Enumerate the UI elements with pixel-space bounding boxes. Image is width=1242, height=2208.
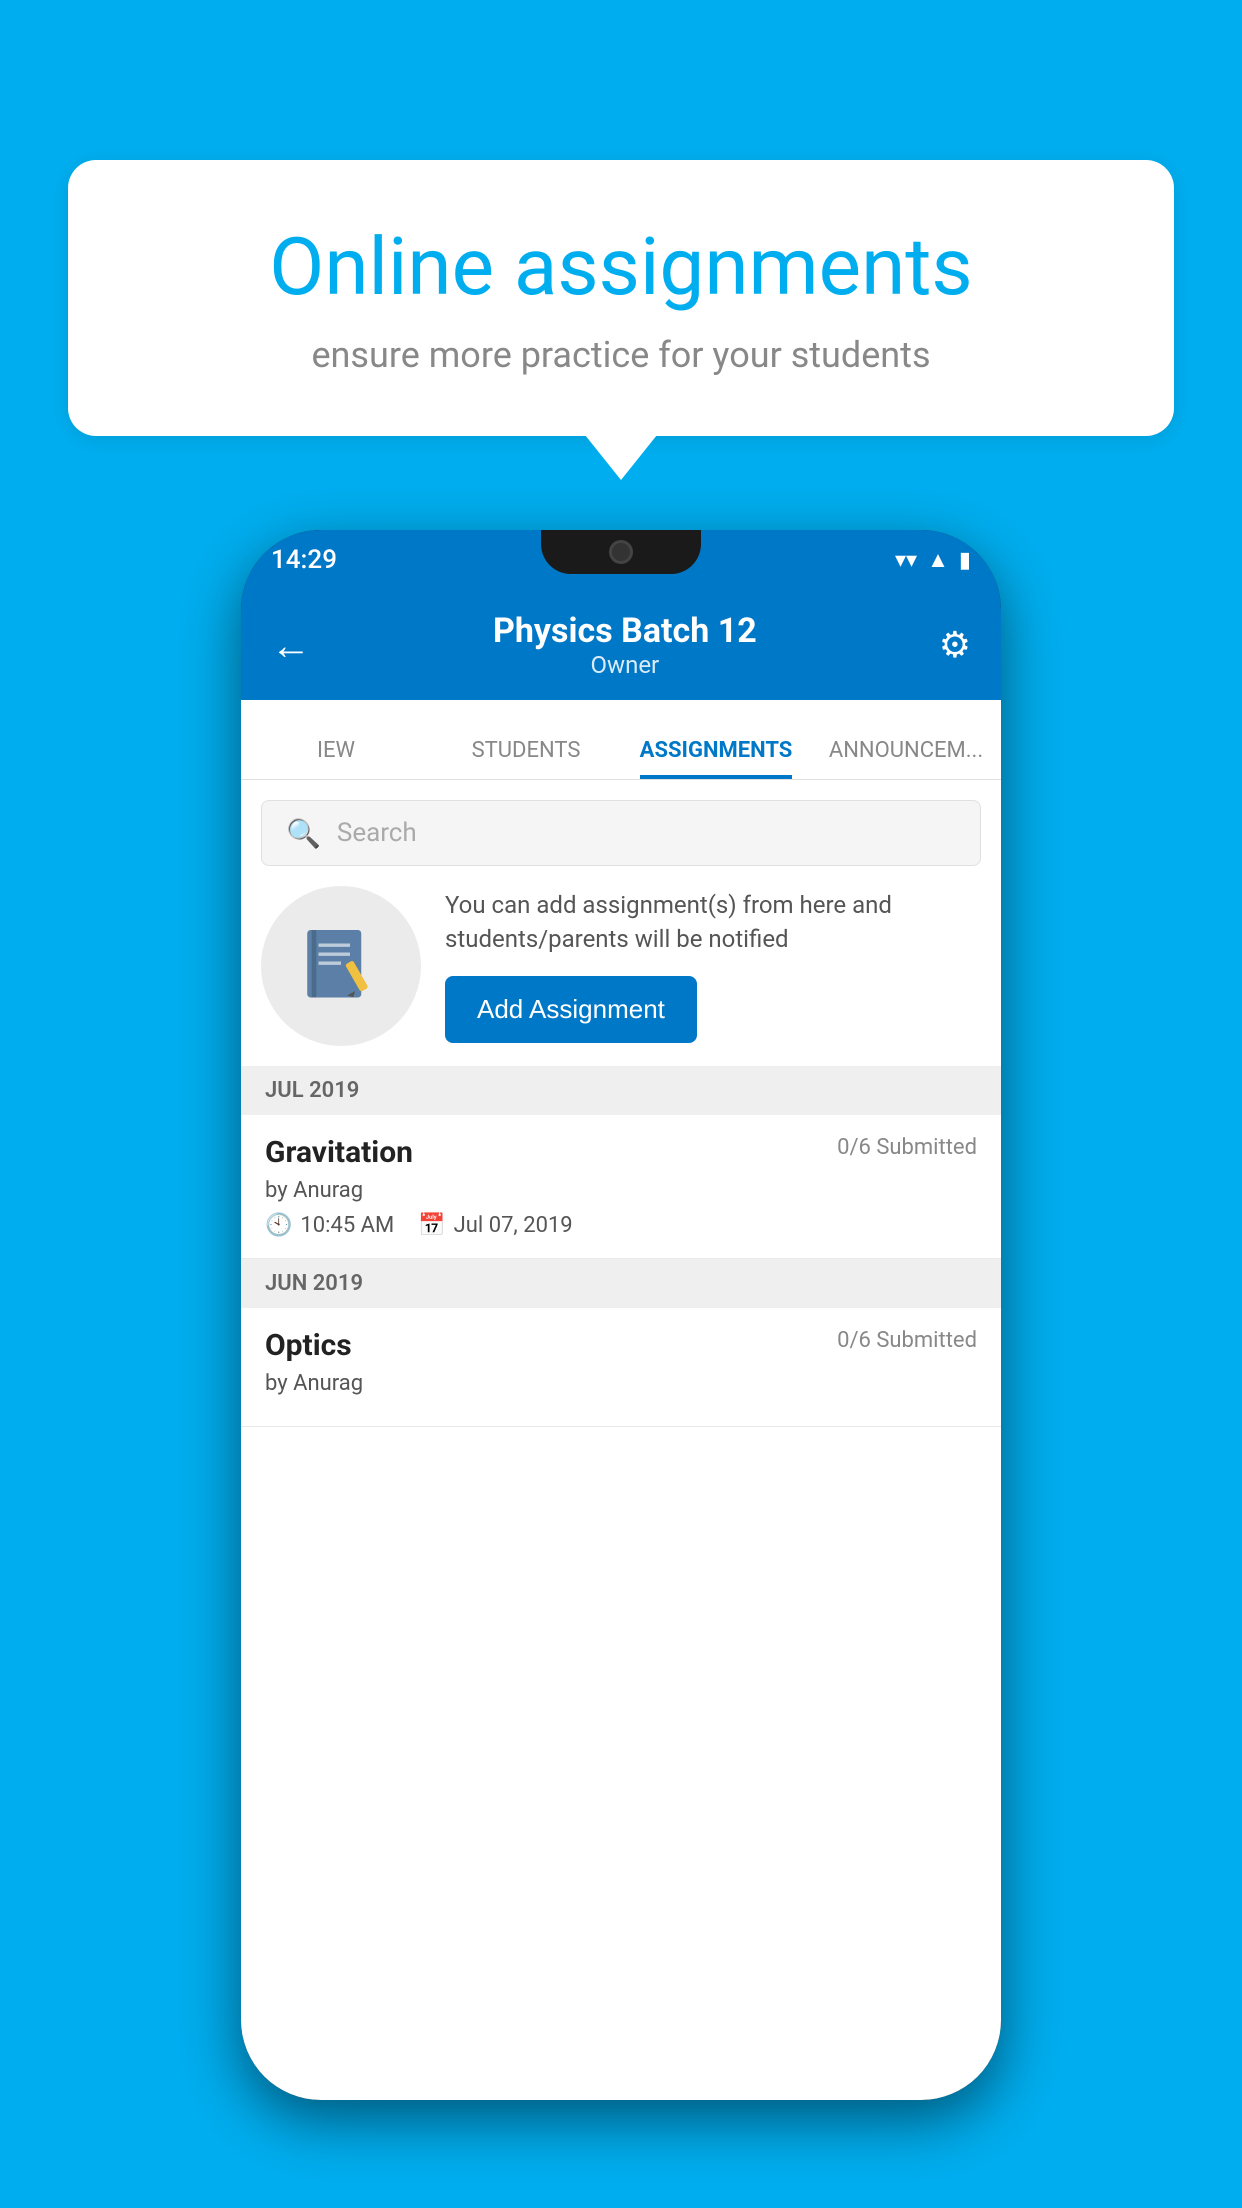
status-icons: ▾▾ ▲ ▮ bbox=[895, 547, 971, 573]
header-subtitle: Owner bbox=[493, 651, 757, 679]
wifi-icon: ▾▾ bbox=[895, 548, 917, 573]
assignment-time-gravitation: 🕙 10:45 AM bbox=[265, 1213, 394, 1238]
tab-iew[interactable]: IEW bbox=[241, 738, 431, 779]
phone-notch bbox=[541, 530, 701, 574]
signal-icon: ▲ bbox=[927, 547, 949, 573]
promo-description: You can add assignment(s) from here and … bbox=[445, 889, 981, 956]
tab-bar: IEW STUDENTS ASSIGNMENTS ANNOUNCEM... bbox=[241, 700, 1001, 780]
calendar-icon: 📅 bbox=[418, 1213, 445, 1238]
search-icon: 🔍 bbox=[286, 817, 321, 850]
assignment-date-value: Jul 07, 2019 bbox=[454, 1213, 573, 1238]
header-title-area: Physics Batch 12 Owner bbox=[493, 611, 757, 679]
assignment-by-gravitation: by Anurag bbox=[265, 1178, 977, 1203]
bubble-subtitle: ensure more practice for your students bbox=[138, 334, 1104, 376]
assignment-time-value: 10:45 AM bbox=[300, 1213, 394, 1238]
assignment-by-optics: by Anurag bbox=[265, 1371, 977, 1396]
assignment-status-gravitation: 0/6 Submitted bbox=[837, 1135, 977, 1160]
assignment-top-optics: Optics 0/6 Submitted bbox=[265, 1328, 977, 1363]
settings-button[interactable]: ⚙ bbox=[939, 624, 971, 666]
speech-bubble-container: Online assignments ensure more practice … bbox=[68, 160, 1174, 436]
assignment-meta-gravitation: 🕙 10:45 AM 📅 Jul 07, 2019 bbox=[265, 1213, 977, 1238]
clock-icon: 🕙 bbox=[265, 1213, 292, 1238]
search-bar[interactable]: 🔍 Search bbox=[261, 800, 981, 866]
add-assignment-button[interactable]: Add Assignment bbox=[445, 976, 697, 1043]
tab-announcements[interactable]: ANNOUNCEM... bbox=[811, 738, 1001, 779]
back-button[interactable]: ← bbox=[271, 622, 311, 669]
battery-icon: ▮ bbox=[959, 548, 971, 573]
app-header: ← Physics Batch 12 Owner ⚙ bbox=[241, 590, 1001, 700]
phone-outer: 14:29 ▾▾ ▲ ▮ ← Physics Batch 12 Owner ⚙ … bbox=[241, 530, 1001, 2100]
assignment-date-gravitation: 📅 Jul 07, 2019 bbox=[418, 1213, 572, 1238]
tab-assignments[interactable]: ASSIGNMENTS bbox=[621, 738, 811, 779]
promo-text-area: You can add assignment(s) from here and … bbox=[445, 889, 981, 1043]
promo-card: You can add assignment(s) from here and … bbox=[261, 886, 981, 1046]
assignment-item-optics[interactable]: Optics 0/6 Submitted by Anurag bbox=[241, 1308, 1001, 1427]
phone-camera bbox=[609, 540, 633, 564]
assignment-title-gravitation: Gravitation bbox=[265, 1135, 413, 1170]
assignment-title-optics: Optics bbox=[265, 1328, 352, 1363]
bubble-title: Online assignments bbox=[138, 220, 1104, 314]
tab-students[interactable]: STUDENTS bbox=[431, 738, 621, 779]
speech-bubble: Online assignments ensure more practice … bbox=[68, 160, 1174, 436]
promo-icon-circle bbox=[261, 886, 421, 1046]
search-placeholder: Search bbox=[337, 818, 417, 848]
assignment-item-gravitation[interactable]: Gravitation 0/6 Submitted by Anurag 🕙 10… bbox=[241, 1115, 1001, 1259]
assignment-status-optics: 0/6 Submitted bbox=[837, 1328, 977, 1353]
notebook-icon bbox=[296, 921, 386, 1011]
phone-screen: 🔍 Search bbox=[241, 780, 1001, 2100]
phone-container: 14:29 ▾▾ ▲ ▮ ← Physics Batch 12 Owner ⚙ … bbox=[241, 530, 1001, 2100]
section-header-jul: JUL 2019 bbox=[241, 1066, 1001, 1115]
section-header-jun: JUN 2019 bbox=[241, 1259, 1001, 1308]
assignment-top: Gravitation 0/6 Submitted bbox=[265, 1135, 977, 1170]
status-time: 14:29 bbox=[271, 545, 337, 575]
header-title: Physics Batch 12 bbox=[493, 611, 757, 651]
